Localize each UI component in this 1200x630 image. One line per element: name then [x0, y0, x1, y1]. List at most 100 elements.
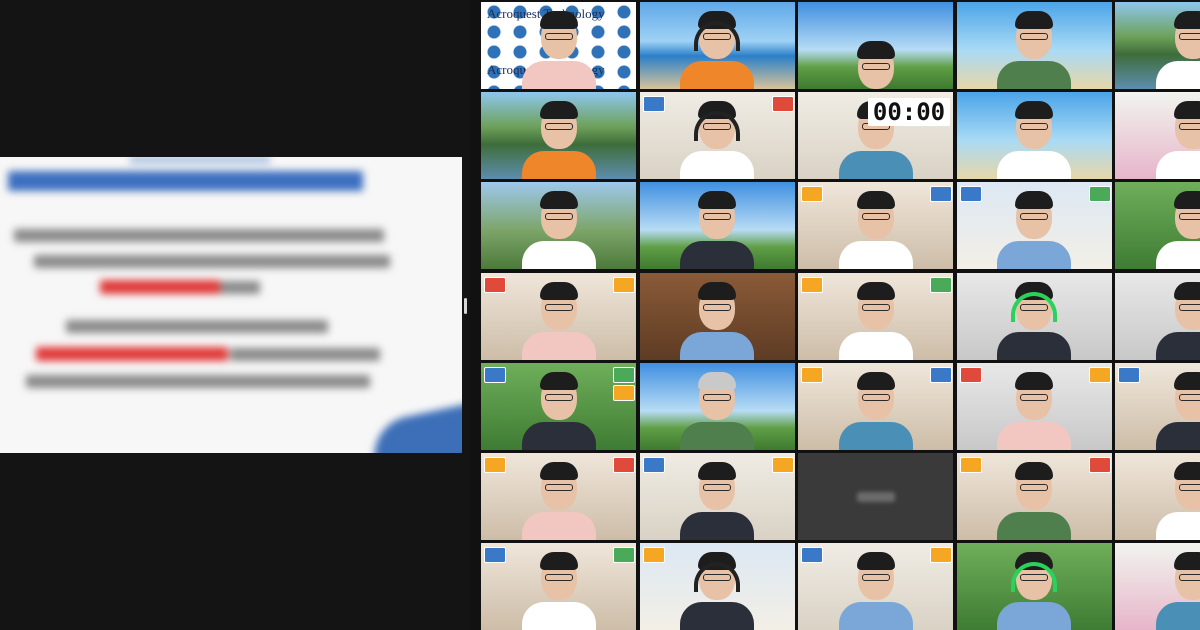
participant-video-tile[interactable] [956, 543, 1112, 630]
participant-body [680, 421, 754, 450]
participant-video-tile[interactable]: 00:00 [798, 92, 953, 180]
participant-video-tile[interactable] [956, 182, 1112, 270]
participant-hair [1173, 191, 1200, 210]
participant-video-tile[interactable] [956, 92, 1112, 180]
glasses [1020, 484, 1048, 491]
participant-video [680, 101, 754, 180]
participant-video-tile[interactable] [1115, 543, 1200, 630]
glasses [544, 393, 573, 401]
participant-hair [698, 371, 736, 390]
participant-body [521, 331, 596, 360]
participant-video-tile[interactable] [639, 362, 795, 450]
participant-video-tile[interactable] [798, 453, 953, 540]
glasses [1178, 213, 1200, 221]
participant-video-tile[interactable] [639, 182, 795, 270]
participant-body [997, 61, 1071, 89]
participant-video-tile[interactable] [798, 543, 953, 630]
glasses [1020, 393, 1048, 401]
participant-video-tile[interactable] [639, 2, 795, 89]
participant-video-tile[interactable] [798, 272, 953, 360]
sticker-badge-icon [801, 276, 823, 293]
participant-video-tile[interactable] [956, 362, 1112, 450]
participant-video-tile[interactable] [639, 543, 795, 630]
participant-video-tile[interactable] [1115, 2, 1200, 89]
blurred-slide-content [0, 157, 462, 453]
participant-hair [539, 371, 578, 390]
participant-video [680, 191, 754, 270]
participant-video-tile[interactable] [1115, 453, 1200, 540]
participant-video [680, 552, 754, 630]
participant-body [521, 512, 596, 540]
participant-video-tile[interactable] [1115, 182, 1200, 270]
participant-video-tile[interactable] [1115, 272, 1200, 360]
sticker-badge-icon [613, 384, 635, 401]
participant-video [1155, 11, 1200, 89]
participant-hair [698, 191, 736, 210]
participant-hair [698, 281, 736, 300]
sticker-badge-icon [484, 276, 506, 293]
participant-video-tile[interactable] [798, 2, 953, 89]
participant-video [1155, 281, 1200, 360]
glasses [544, 33, 573, 40]
participant-video [1155, 101, 1200, 180]
slide-top-strip [130, 157, 270, 163]
participant-video-tile[interactable] [639, 272, 795, 360]
split-view-resize-handle[interactable] [464, 298, 467, 314]
participant-video-tile[interactable] [481, 92, 636, 180]
participant-body [1155, 602, 1200, 630]
glasses [703, 303, 731, 311]
participant-video [521, 552, 596, 630]
glasses [544, 123, 573, 131]
participant-video-tile[interactable] [956, 2, 1112, 89]
participant-body [521, 241, 596, 270]
participant-video [521, 371, 596, 450]
participant-video-tile[interactable] [481, 362, 636, 450]
participant-video-tile[interactable] [481, 453, 636, 540]
participant-video-tile[interactable] [956, 453, 1112, 540]
glasses [1178, 123, 1200, 131]
participant-body [521, 61, 596, 89]
gallery-view: Acroquest TechnologyAcroquest Technology… [479, 0, 1200, 630]
shared-slide [0, 157, 462, 453]
participant-body [997, 241, 1071, 270]
participant-video-tile[interactable] [639, 453, 795, 540]
participant-video [521, 101, 596, 180]
participant-video-tile[interactable] [1115, 92, 1200, 180]
participant-body [838, 151, 913, 180]
participant-hair [539, 281, 578, 300]
glasses [861, 213, 890, 221]
participant-video-tile[interactable]: Acroquest TechnologyAcroquest Technology [481, 2, 636, 89]
participant-video [997, 371, 1071, 450]
sticker-badge-icon [613, 366, 635, 383]
participant-video-tile[interactable] [481, 543, 636, 630]
participant-hair [856, 371, 895, 390]
glasses [1178, 33, 1200, 40]
participant-body [680, 602, 754, 630]
participant-body [838, 331, 913, 360]
slide-text-line [26, 375, 370, 388]
participant-body [1155, 331, 1200, 360]
participant-hair [1015, 11, 1053, 29]
participant-body [521, 151, 596, 180]
sticker-badge-icon [930, 366, 952, 383]
participant-video [997, 101, 1071, 180]
participant-video-tile[interactable] [956, 272, 1112, 360]
sticker-badge-icon [959, 366, 982, 383]
participant-body [1155, 151, 1200, 180]
participant-video-tile[interactable] [798, 362, 953, 450]
participant-video-tile[interactable] [481, 272, 636, 360]
participant-video-tile[interactable] [798, 182, 953, 270]
participant-video-tile[interactable] [1115, 362, 1200, 450]
participant-hair [1015, 462, 1053, 480]
sticker-badge-icon [484, 457, 506, 473]
sticker-badge-icon [930, 186, 952, 203]
participant-video-tile[interactable] [639, 92, 795, 180]
participant-video-tile[interactable] [481, 182, 636, 270]
glasses [861, 574, 890, 582]
countdown-timer: 00:00 [868, 98, 950, 127]
glasses [1020, 33, 1048, 40]
sticker-badge-icon [771, 457, 794, 473]
participant-name-blurred [856, 491, 895, 502]
glasses [544, 303, 573, 311]
participant-body [521, 602, 596, 630]
